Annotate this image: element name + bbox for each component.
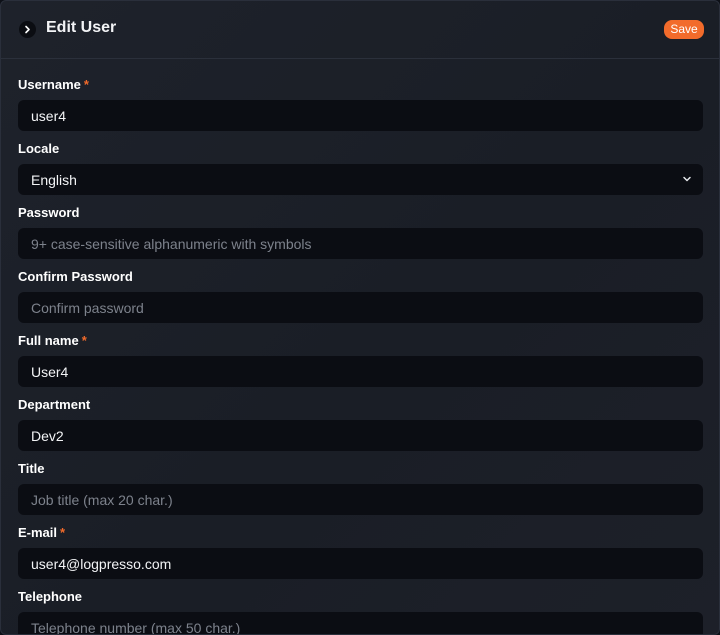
locale-label: Locale (18, 141, 60, 156)
panel-header: Edit User Save (1, 1, 719, 59)
job-title-label: Title (18, 461, 45, 476)
save-button[interactable]: Save (664, 20, 704, 39)
email-label-text: E-mail (18, 525, 58, 540)
full-name-label: Full name * (18, 332, 87, 350)
department-label: Department (18, 397, 91, 412)
username-label: Username * (18, 76, 89, 94)
full-name-label-text: Full name (18, 333, 79, 348)
full-name-input[interactable] (18, 356, 703, 387)
required-marker: * (81, 333, 87, 348)
edit-user-panel: Edit User Save Username* Locale English … (0, 0, 720, 635)
password-input[interactable] (18, 228, 703, 259)
telephone-label: Telephone (18, 589, 83, 604)
username-label-text: Username (18, 77, 81, 92)
email-input[interactable] (18, 548, 703, 579)
chevron-down-icon (683, 176, 691, 182)
required-marker: * (60, 525, 66, 540)
page-title: Edit User (46, 19, 117, 36)
job-title-input[interactable] (18, 484, 703, 515)
confirm-password-label: Confirm Password (18, 269, 133, 284)
chevron-right-icon-glyph (25, 25, 30, 34)
chevron-right-icon[interactable] (19, 21, 36, 38)
username-input[interactable] (18, 100, 703, 131)
required-marker: * (83, 77, 89, 92)
email-label: E-mail * (18, 524, 65, 542)
department-input[interactable] (18, 420, 703, 451)
locale-select[interactable]: English (18, 164, 703, 195)
confirm-password-input[interactable] (18, 292, 703, 323)
locale-selected-value: English (31, 171, 77, 188)
password-label: Password (18, 205, 80, 220)
telephone-input[interactable] (18, 612, 703, 634)
